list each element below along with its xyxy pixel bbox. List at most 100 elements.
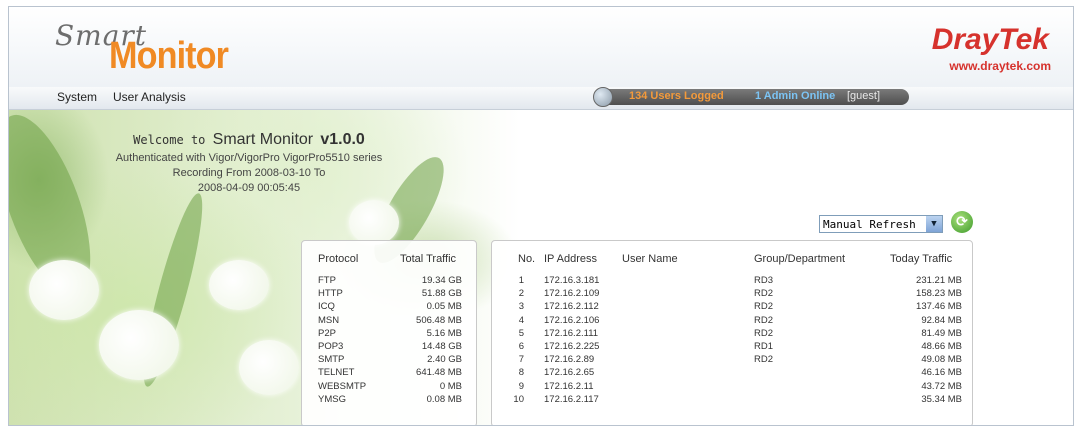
- ip-address: 172.16.2.65: [544, 367, 595, 379]
- row-number: 7: [518, 354, 524, 366]
- row-number: 9: [518, 380, 524, 392]
- table-row: TELNET 641.48 MB: [318, 367, 468, 379]
- menu-system[interactable]: System: [57, 90, 97, 104]
- today-traffic: 158.23 MB: [916, 288, 962, 300]
- globe-icon: [593, 87, 613, 107]
- table-row: POP3 14.48 GB: [318, 341, 468, 353]
- table-row: FTP 19.34 GB: [318, 275, 468, 287]
- ip-address: 172.16.2.111: [544, 327, 599, 339]
- protocol-traffic: 0.08 MB: [426, 393, 462, 405]
- table-row[interactable]: 10 172.16.2.117 35.34 MB: [492, 394, 970, 406]
- table-row[interactable]: 7 172.16.2.89 RD2 49.08 MB: [492, 354, 970, 366]
- group-department: RD2: [754, 314, 774, 326]
- table-row: SMTP 2.40 GB: [318, 354, 468, 366]
- protocol-traffic: 506.48 MB: [416, 314, 462, 326]
- row-number: 8: [518, 367, 524, 379]
- table-row[interactable]: 4 172.16.2.106 RD2 92.84 MB: [492, 315, 970, 327]
- ip-address: 172.16.2.225: [544, 341, 600, 352]
- row-number: 6: [518, 341, 524, 352]
- total-traffic-header: Total Traffic: [400, 253, 457, 265]
- admin-online: 1 Admin Online: [755, 90, 836, 102]
- header: Smart Monitor DrayTek www.draytek.com: [9, 7, 1073, 88]
- table-row[interactable]: 1 172.16.3.181 RD3 231.21 MB: [492, 275, 970, 287]
- users-logged: 134 Users Logged: [629, 90, 724, 102]
- protocol-traffic: 0 MB: [439, 380, 462, 392]
- ip-address: 172.16.2.106: [544, 314, 600, 326]
- table-row: P2P 5.16 MB: [318, 328, 468, 340]
- protocol-name: TELNET: [318, 367, 355, 379]
- protocol-name: MSN: [318, 314, 340, 326]
- chevron-down-icon[interactable]: ▼: [926, 216, 942, 232]
- table-row[interactable]: 3 172.16.2.112 RD2 137.46 MB: [492, 301, 970, 313]
- ip-address: 172.16.2.11: [544, 380, 594, 392]
- refresh-icon[interactable]: ⟳: [951, 211, 973, 233]
- auth-text: Authenticated with Vigor/VigorPro VigorP…: [115, 152, 383, 164]
- ip-address-header: IP Address: [544, 253, 597, 265]
- flower-shape: [29, 260, 99, 320]
- current-user: [guest]: [847, 90, 881, 102]
- protocol-name: SMTP: [318, 354, 345, 366]
- group-department: RD2: [754, 327, 774, 339]
- ip-address: 172.16.2.117: [544, 393, 599, 405]
- table-row[interactable]: 2 172.16.2.109 RD2 158.23 MB: [492, 288, 970, 300]
- protocol-traffic-panel: Protocol Total Traffic FTP 19.34 GB HTTP 51…: [301, 240, 477, 425]
- user-traffic-panel: No. IP Address User Name Group/Departmen…: [491, 240, 973, 425]
- table-row[interactable]: 8 172.16.2.65 46.16 MB: [492, 367, 970, 379]
- welcome-prefix: Welcome to: [133, 133, 213, 147]
- protocol-name: P2P: [318, 327, 336, 339]
- table-row[interactable]: 9 172.16.2.11 43.72 MB: [492, 381, 970, 393]
- ip-address: 172.16.2.112: [544, 301, 599, 313]
- ip-address: 172.16.2.109: [544, 288, 600, 300]
- protocol-name: ICQ: [318, 301, 335, 313]
- table-row[interactable]: 6 172.16.2.225 RD1 48.66 MB: [492, 341, 970, 353]
- today-traffic: 137.46 MB: [916, 301, 962, 313]
- protocol-traffic: 51.88 GB: [421, 288, 462, 300]
- row-number: 10: [513, 393, 524, 405]
- protocol-traffic: 19.34 GB: [421, 275, 462, 286]
- menu-user-analysis[interactable]: User Analysis: [113, 90, 186, 104]
- row-number: 4: [518, 314, 524, 326]
- recording-until: 2008-04-09 00:05:45: [197, 182, 301, 194]
- today-traffic: 35.34 MB: [921, 393, 962, 405]
- flower-shape: [99, 310, 179, 380]
- protocol-traffic: 14.48 GB: [421, 341, 462, 352]
- ip-address: 172.16.2.89: [544, 354, 595, 366]
- protocol-name: HTTP: [318, 288, 343, 300]
- no-header: No.: [518, 253, 536, 265]
- protocol-name: POP3: [318, 341, 344, 352]
- draytek-logo: DrayTek: [931, 23, 1049, 56]
- protocol-traffic: 0.05 MB: [426, 301, 462, 313]
- today-traffic: 43.72 MB: [921, 380, 962, 392]
- welcome-title: Welcome to Smart Monitor v1.0.0: [9, 131, 489, 149]
- group-department: RD1: [754, 341, 774, 352]
- table-row: HTTP 51.88 GB: [318, 288, 468, 300]
- refresh-select[interactable]: Manual Refresh ▼: [819, 215, 943, 233]
- flower-shape: [239, 340, 299, 395]
- draytek-url: www.draytek.com: [949, 59, 1051, 73]
- today-traffic: 92.84 MB: [921, 314, 962, 326]
- row-number: 1: [518, 275, 524, 286]
- protocol-name: YMSG: [318, 393, 346, 405]
- recording-from: Recording From 2008-03-10 To: [172, 167, 326, 179]
- flower-shape: [349, 200, 399, 245]
- row-number: 2: [518, 288, 524, 300]
- table-row: WEBSMTP 0 MB: [318, 381, 468, 393]
- app-window: Smart Monitor DrayTek www.draytek.com Sy…: [8, 6, 1074, 426]
- welcome-block: Welcome to Smart Monitor v1.0.0 Authenti…: [9, 131, 489, 194]
- status-bar: 134 Users Logged 1 Admin Online [guest]: [593, 87, 909, 107]
- group-department: RD2: [754, 288, 774, 300]
- today-traffic: 231.21 MB: [916, 275, 962, 286]
- protocol-name: FTP: [318, 275, 336, 286]
- protocol-traffic: 2.40 GB: [427, 354, 462, 366]
- table-row: MSN 506.48 MB: [318, 315, 468, 327]
- table-row[interactable]: 5 172.16.2.111 RD2 81.49 MB: [492, 328, 970, 340]
- table-row: YMSG 0.08 MB: [318, 394, 468, 406]
- protocol-traffic: 641.48 MB: [416, 367, 462, 379]
- today-traffic: 49.08 MB: [921, 354, 962, 366]
- protocol-header: Protocol: [318, 253, 359, 265]
- today-traffic: 46.16 MB: [921, 367, 962, 379]
- table-row: ICQ 0.05 MB: [318, 301, 468, 313]
- group-header: Group/Department: [754, 253, 846, 265]
- flower-shape: [209, 260, 269, 310]
- today-traffic-header: Today Traffic: [890, 253, 953, 265]
